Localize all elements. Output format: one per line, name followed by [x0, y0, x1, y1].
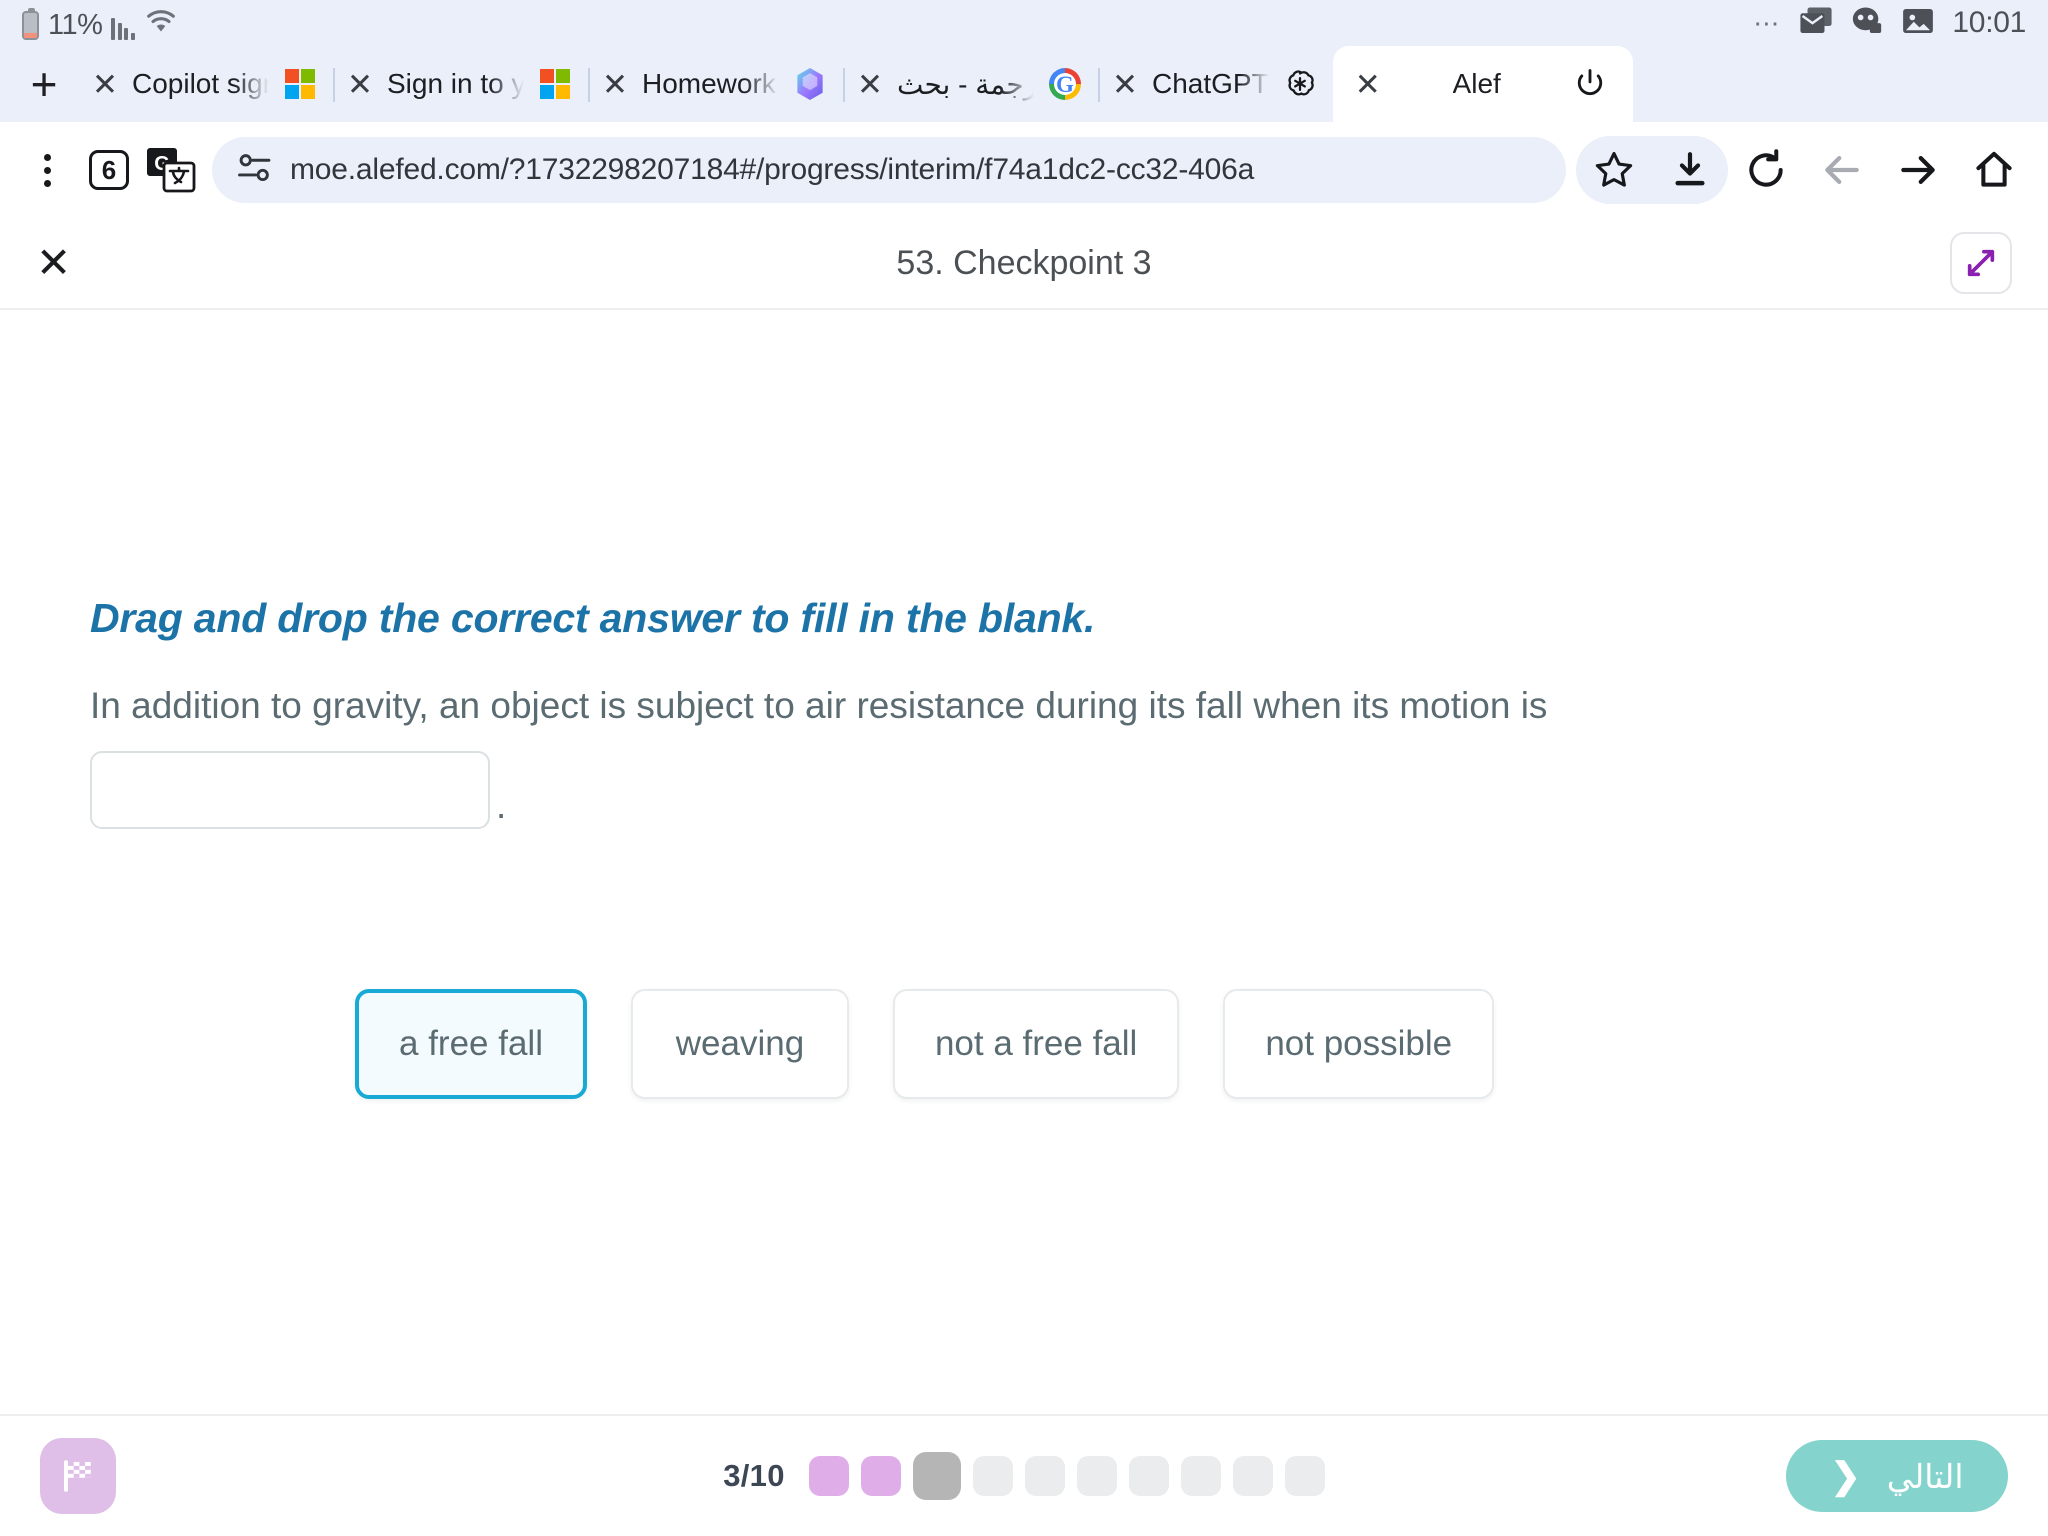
- reload-icon[interactable]: [1728, 134, 1804, 206]
- answer-option[interactable]: weaving: [630, 988, 849, 1099]
- progress-dot: [1180, 1456, 1221, 1496]
- tab-close-icon[interactable]: ✕: [602, 69, 628, 100]
- question-sentence: In addition to gravity, an object is sub…: [90, 685, 1548, 726]
- url-text: moe.alefed.com/?1732298207184#/progress/…: [290, 153, 1255, 186]
- lesson-footer: 3/10 التالي ❯: [0, 1414, 2048, 1536]
- battery-icon: [22, 8, 39, 40]
- tab-title: ChatGPT: [1151, 68, 1269, 99]
- tab-close-icon[interactable]: ✕: [347, 69, 373, 100]
- tab-close-icon[interactable]: ✕: [1112, 69, 1138, 100]
- progress-dot: [972, 1456, 1013, 1496]
- tab-title: Copilot sign-in i: [131, 68, 269, 99]
- answer-option[interactable]: not possible: [1223, 988, 1495, 1099]
- wifi-icon: [144, 6, 178, 40]
- tab-favicon: [793, 67, 827, 101]
- browser-window: 11% ⋯ 10:01 + ✕ Copilot sign-in i ✕ Sign in…: [0, 0, 2048, 1536]
- tab-close-icon[interactable]: ✕: [857, 69, 883, 100]
- next-button[interactable]: التالي ❯: [1786, 1440, 2008, 1512]
- bookmark-star-icon[interactable]: [1576, 134, 1656, 206]
- browser-tab[interactable]: ✕ ترجمة - بحث ogle G: [843, 46, 1098, 122]
- progress-dot: [1024, 1456, 1065, 1496]
- image-icon: [1901, 6, 1935, 41]
- page-title: 53. Checkpoint 3: [896, 243, 1152, 282]
- browser-toolbar: 6 G moe.alefed.com/?1732298207184#/progr…: [0, 122, 2048, 218]
- question-instruction: Drag and drop the correct answer to fill…: [90, 595, 1096, 641]
- alef-icon: [1573, 67, 1607, 101]
- hexagon-icon: [795, 67, 825, 101]
- browser-tab[interactable]: ✕ Sign in to your M: [333, 46, 588, 122]
- google-translate-icon[interactable]: G: [140, 139, 202, 201]
- tab-close-icon[interactable]: ✕: [1355, 69, 1381, 100]
- question-body: Drag and drop the correct answer to fill…: [0, 595, 2048, 1099]
- expand-icon[interactable]: [1950, 232, 2012, 294]
- browser-tab[interactable]: ✕ Alef: [1332, 46, 1633, 122]
- tab-list: ✕ Copilot sign-in i ✕ Sign in to your M ✕ Hom…: [78, 46, 2048, 122]
- blank-row: .: [90, 750, 1958, 829]
- home-icon[interactable]: [1956, 134, 2032, 206]
- next-button-label: التالي: [1886, 1457, 1964, 1495]
- lesson-header: ✕ 53. Checkpoint 3: [0, 218, 2048, 310]
- progress-indicator: 3/10: [0, 1452, 2048, 1500]
- checkered-flag-icon[interactable]: [40, 1438, 116, 1514]
- status-bar-right: ⋯ 10:01: [1753, 6, 2026, 41]
- google-icon: G: [1049, 68, 1081, 100]
- back-arrow-icon[interactable]: [1804, 134, 1880, 206]
- progress-dot: [1284, 1456, 1325, 1496]
- browser-tab[interactable]: ✕ ChatGPT: [1098, 46, 1333, 122]
- progress-count-label: 3/10: [723, 1458, 785, 1493]
- tab-favicon: [283, 67, 317, 101]
- address-bar[interactable]: moe.alefed.com/?1732298207184#/progress/…: [212, 137, 1566, 203]
- new-tab-button[interactable]: +: [10, 54, 78, 122]
- answer-option[interactable]: a free fall: [355, 988, 587, 1099]
- microsoft-icon: [540, 69, 570, 99]
- mail-icon: [1799, 6, 1833, 41]
- answer-options: a free fall weaving not a free fall not pos…: [90, 988, 1958, 1099]
- progress-dots: [808, 1452, 1325, 1500]
- status-bar-left: 11%: [22, 6, 178, 40]
- chat-icon: [1850, 6, 1884, 41]
- page-info-icon[interactable]: [238, 151, 272, 190]
- microsoft-icon: [285, 69, 315, 99]
- tab-count-label: 6: [89, 150, 129, 190]
- tab-favicon: [1283, 67, 1317, 101]
- download-icon[interactable]: [1648, 134, 1728, 206]
- openai-icon: [1284, 68, 1316, 100]
- tab-title: Sign in to your M: [386, 68, 524, 99]
- progress-dot: [860, 1456, 901, 1496]
- question-content: Drag and drop the correct answer to fill…: [0, 310, 2048, 1414]
- tab-strip: + ✕ Copilot sign-in i ✕ Sign in to your M ✕ H…: [0, 46, 2048, 122]
- progress-dot: [808, 1456, 849, 1496]
- tab-favicon: G: [1048, 67, 1082, 101]
- overflow-dots-icon: ⋯: [1753, 8, 1783, 38]
- signal-bars-icon: [111, 18, 135, 40]
- tab-title: ترجمة - بحث ogle: [896, 68, 1034, 100]
- browser-tab[interactable]: ✕ Homework Spa: [588, 46, 843, 122]
- toolbar-actions: [1576, 134, 2032, 206]
- progress-dot: [1128, 1456, 1169, 1496]
- progress-dot: [1232, 1456, 1273, 1496]
- sentence-period: .: [496, 785, 507, 827]
- tab-switcher-button[interactable]: 6: [78, 139, 140, 201]
- close-lesson-button[interactable]: ✕: [36, 242, 96, 284]
- android-status-bar: 11% ⋯ 10:01: [0, 0, 2048, 46]
- forward-arrow-icon[interactable]: [1880, 134, 1956, 206]
- tab-close-icon[interactable]: ✕: [92, 69, 118, 100]
- tab-title: Alef: [1452, 68, 1501, 99]
- chevron-right-icon: ❯: [1830, 1455, 1861, 1496]
- clock-label: 10:01: [1952, 6, 2026, 39]
- progress-dot: [912, 1452, 961, 1500]
- kebab-menu-icon[interactable]: [16, 139, 78, 201]
- tab-favicon: [1573, 67, 1607, 101]
- answer-option[interactable]: not a free fall: [892, 988, 1180, 1099]
- progress-dot: [1076, 1456, 1117, 1496]
- answer-dropzone[interactable]: [90, 750, 490, 829]
- battery-percent-label: 11%: [48, 9, 103, 41]
- tab-title: Homework Spa: [641, 68, 779, 99]
- tab-favicon: [538, 67, 572, 101]
- browser-tab[interactable]: ✕ Copilot sign-in i: [78, 46, 333, 122]
